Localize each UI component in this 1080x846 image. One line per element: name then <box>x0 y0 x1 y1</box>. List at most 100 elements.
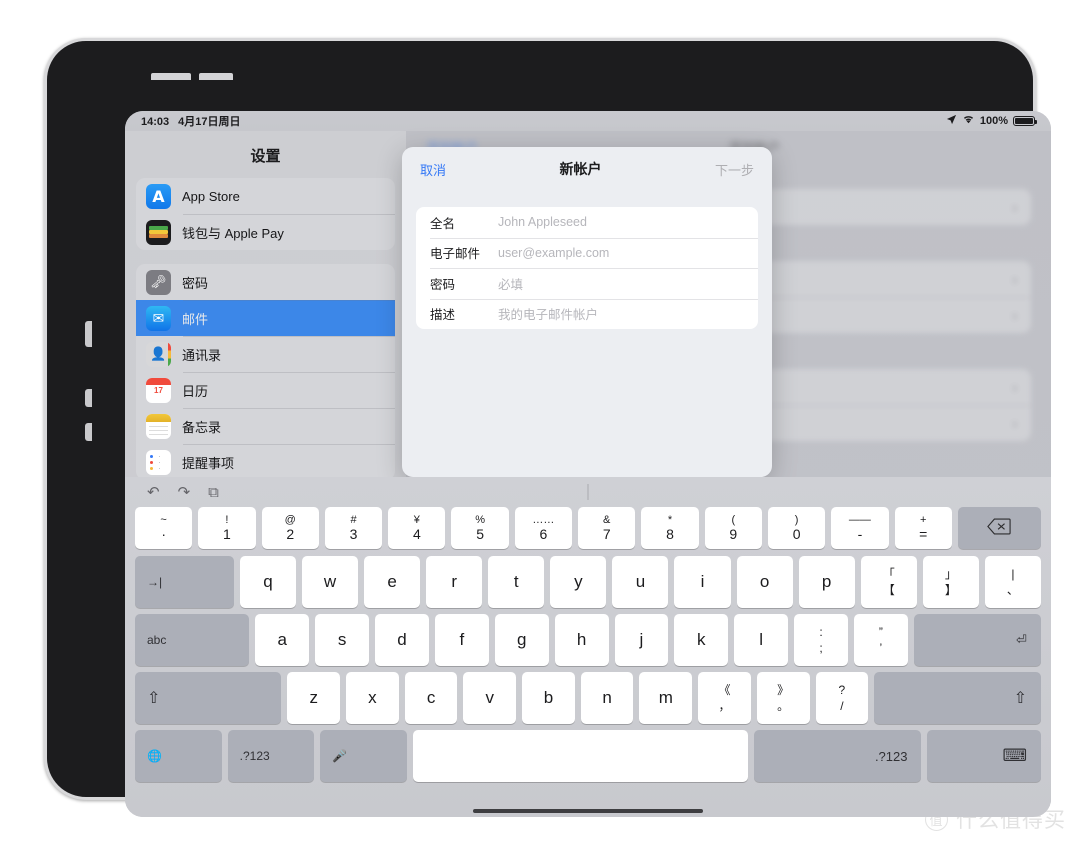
delete-key[interactable] <box>957 507 1041 549</box>
key-period[interactable]: 》。 <box>756 672 810 724</box>
field-email[interactable]: 电子邮件 user@example.com <box>416 237 758 269</box>
numeric-key-left[interactable]: .?123 <box>227 730 315 782</box>
tab-key[interactable]: →| <box>135 556 234 608</box>
redo-icon[interactable]: ↷ <box>178 485 191 500</box>
abc-key[interactable]: abc <box>135 614 250 666</box>
key-backslash[interactable]: |、 <box>984 556 1041 608</box>
password-input[interactable]: 必填 <box>498 274 758 293</box>
field-password[interactable]: 密码 必填 <box>416 268 758 299</box>
sidebar-item-calendar[interactable]: 日历 <box>136 372 395 408</box>
key-4[interactable]: ¥4 <box>388 507 446 549</box>
key-x[interactable]: x <box>346 672 399 724</box>
undo-icon[interactable]: ↶ <box>147 485 160 500</box>
page-title: 设置 <box>250 148 281 165</box>
globe-icon[interactable]: 🌐 <box>135 730 222 782</box>
key-5[interactable]: % 5 <box>451 507 509 549</box>
sidebar-item-contacts[interactable]: 通讯录 <box>136 336 395 372</box>
keyboard-drag-handle[interactable] <box>587 484 589 500</box>
key-slash[interactable]: ? / <box>815 672 869 724</box>
key-m[interactable]: m <box>639 672 693 724</box>
hide-keyboard-icon[interactable]: ⌨ <box>927 730 1041 782</box>
space-key[interactable] <box>412 730 748 782</box>
microphone-icon[interactable]: 🎤 <box>320 730 407 782</box>
key-0[interactable]: ) 0 <box>767 507 826 549</box>
new-account-modal: 取消 新帐户 下一步 全名 John Appleseed 电子邮件 user@e… <box>402 147 772 477</box>
key-sup: | <box>1011 567 1015 581</box>
key-semicolon[interactable]: :; <box>794 614 848 666</box>
key-bracket-right[interactable]: 」】 <box>922 556 979 608</box>
sidebar-item-mail[interactable]: 邮件 <box>136 300 395 336</box>
key-p[interactable]: p <box>798 556 855 608</box>
sidebar-group-apps: App Store 钱包与 Apple Pay <box>136 178 395 250</box>
key-7[interactable]: & 7 <box>578 507 636 549</box>
description-input[interactable]: 我的电子邮件帐户 <box>498 304 758 323</box>
key-e[interactable]: e <box>364 556 421 608</box>
power-button[interactable] <box>151 73 191 80</box>
key-sup: @ <box>284 514 296 526</box>
wifi-icon <box>962 114 975 128</box>
notes-icon <box>146 413 171 439</box>
key-comma[interactable]: 《， <box>698 672 751 724</box>
key-s[interactable]: s <box>315 614 370 666</box>
cancel-button[interactable]: 取消 <box>420 160 446 179</box>
key-h[interactable]: h <box>554 614 609 666</box>
key-6[interactable]: …… 6 <box>514 507 573 549</box>
key-z[interactable]: z <box>287 672 341 724</box>
field-description[interactable]: 描述 我的电子邮件帐户 <box>416 298 758 330</box>
key-q[interactable]: q <box>239 556 296 608</box>
key-sub: 8 <box>666 526 674 542</box>
key-tilde[interactable]: ~ · <box>135 507 193 549</box>
key-f[interactable]: f <box>434 614 489 666</box>
key-j[interactable]: j <box>614 614 669 666</box>
shift-key-left[interactable]: ⇧ <box>135 672 282 724</box>
key-k[interactable]: k <box>674 614 729 666</box>
email-input[interactable]: user@example.com <box>498 246 758 260</box>
key-1[interactable]: ! 1 <box>198 507 256 549</box>
fullname-input[interactable]: John Appleseed <box>498 215 758 229</box>
key-o[interactable]: o <box>736 556 793 608</box>
backspace-icon <box>987 518 1012 539</box>
key-quote[interactable]: ”’ <box>853 614 908 666</box>
paste-icon[interactable]: ⧉ <box>208 485 219 500</box>
key-w[interactable]: w <box>302 556 359 608</box>
sidebar-item-app-store[interactable]: App Store <box>136 178 395 214</box>
home-indicator[interactable] <box>473 809 703 813</box>
sidebar-item-label: 通讯录 <box>182 347 222 363</box>
key-y[interactable]: y <box>550 556 607 608</box>
sidebar-item-label: 提醒事项 <box>182 455 235 471</box>
key-n[interactable]: n <box>580 672 634 724</box>
key-v[interactable]: v <box>463 672 517 724</box>
key-l[interactable]: l <box>734 614 789 666</box>
shift-key-right[interactable]: ⇧ <box>874 672 1042 724</box>
key-equals[interactable]: + = <box>894 507 952 549</box>
sidebar-item-notes[interactable]: 备忘录 <box>136 408 395 444</box>
key-minus[interactable]: —— - <box>831 507 889 549</box>
key-c[interactable]: c <box>404 672 458 724</box>
key-b[interactable]: b <box>522 672 575 724</box>
key-3[interactable]: #3 <box>324 507 383 549</box>
return-key[interactable]: ⏎ <box>913 614 1041 666</box>
key-r[interactable]: r <box>426 556 483 608</box>
key-sup: ( <box>731 514 736 526</box>
key-9[interactable]: (9 <box>704 507 762 549</box>
key-d[interactable]: d <box>375 614 429 666</box>
field-fullname[interactable]: 全名 John Appleseed <box>416 207 758 238</box>
sidebar-item-passwords[interactable]: 密码 <box>136 264 395 300</box>
battery-icon <box>1013 116 1037 126</box>
numeric-key-right[interactable]: .?123 <box>753 730 922 782</box>
key-bracket-left[interactable]: 「【 <box>860 556 917 608</box>
key-sub: ; <box>819 641 823 655</box>
next-button[interactable]: 下一步 <box>715 160 754 179</box>
key-t[interactable]: t <box>488 556 545 608</box>
key-i[interactable]: i <box>674 556 731 608</box>
keyboard-row-a: abc a s d f g h j k l :; ”’ ⏎ <box>131 614 1045 666</box>
sidebar-item-wallet[interactable]: 钱包与 Apple Pay <box>136 214 395 250</box>
sidebar-item-reminders[interactable]: 提醒事项 <box>136 444 395 480</box>
volume-button[interactable] <box>199 73 233 80</box>
key-g[interactable]: g <box>494 614 549 666</box>
key-8[interactable]: * 8 <box>641 507 699 549</box>
key-2[interactable]: @2 <box>261 507 319 549</box>
key-a[interactable]: a <box>255 614 310 666</box>
chevron-right-icon: › <box>1012 307 1017 323</box>
key-u[interactable]: u <box>612 556 669 608</box>
